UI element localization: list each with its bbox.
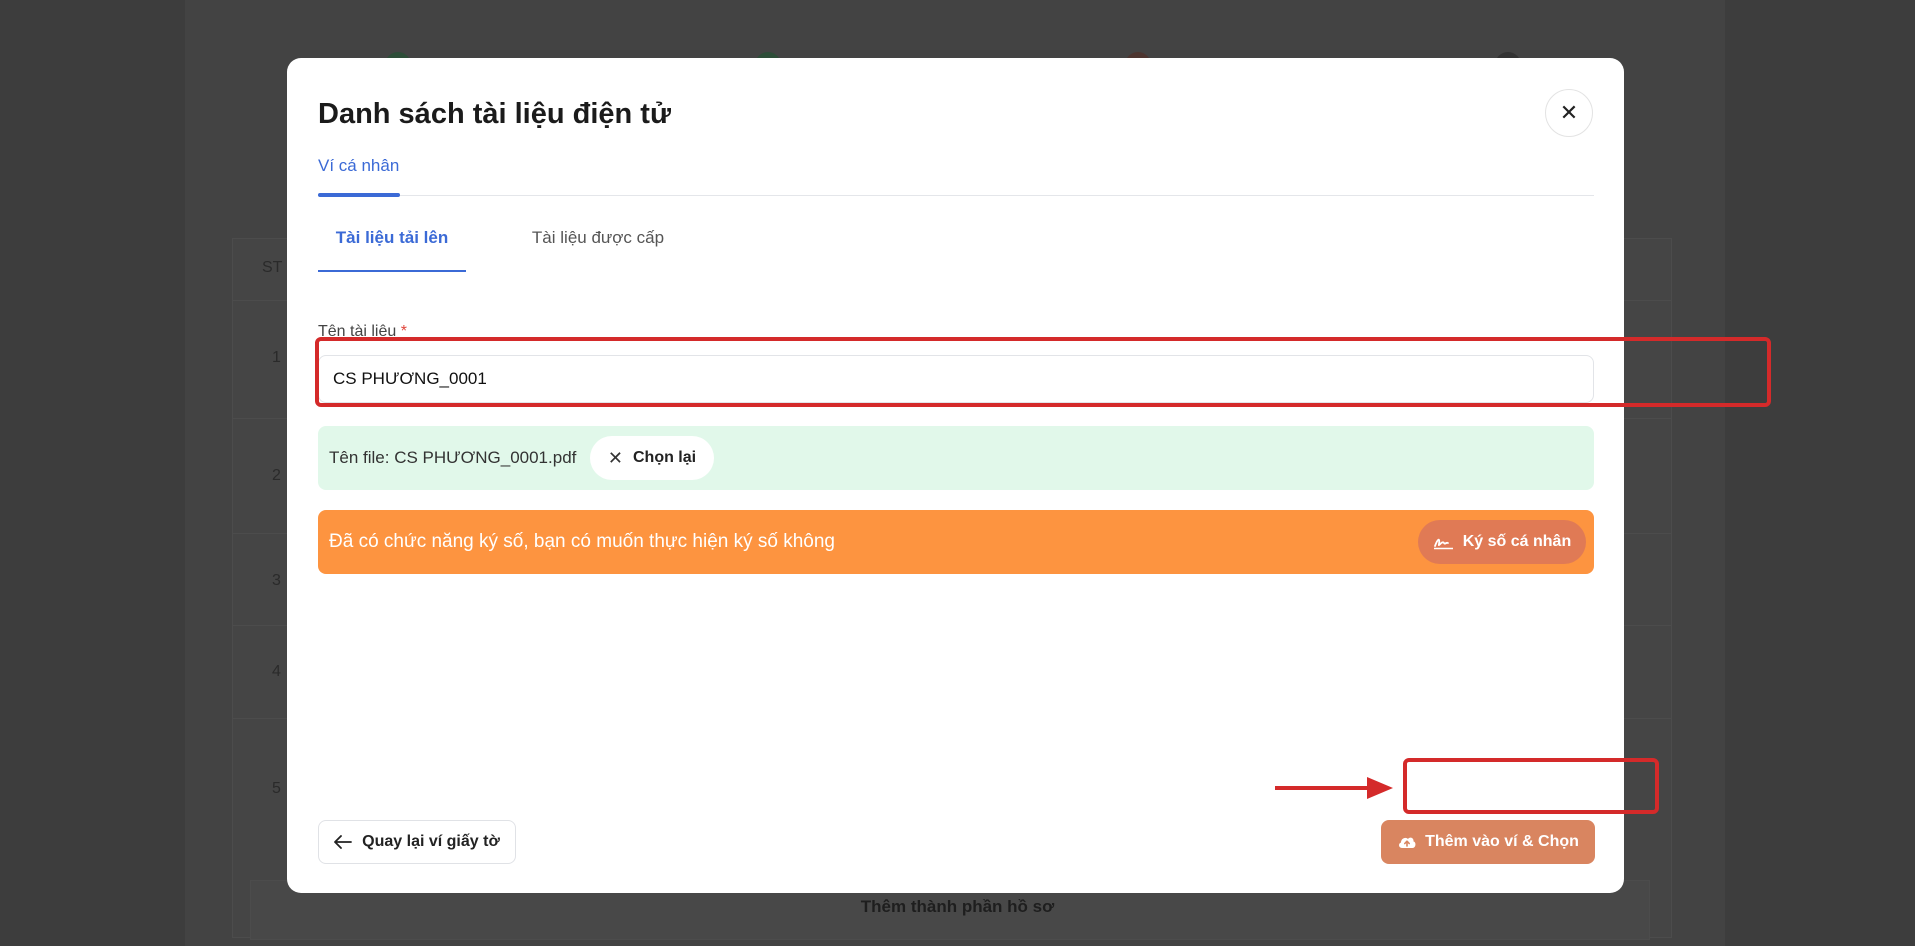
- selected-file-panel: Tên file: CS PHƯƠNG_0001.pdf ✕ Chọn lại: [318, 426, 1594, 490]
- file-name-text: Tên file: CS PHƯƠNG_0001.pdf: [329, 448, 577, 467]
- rechoose-file-button[interactable]: ✕ Chọn lại: [590, 436, 714, 480]
- annotation-highlight-box: [1403, 758, 1659, 814]
- close-button[interactable]: ✕: [1545, 89, 1593, 137]
- rechoose-label: Chọn lại: [632, 449, 697, 466]
- close-icon: ✕: [1559, 100, 1579, 125]
- signature-icon: [1433, 538, 1453, 550]
- tab-active-indicator: [318, 193, 400, 197]
- personal-sign-label: Ký số cá nhân: [1462, 533, 1572, 550]
- close-icon: ✕: [607, 447, 623, 468]
- arrow-left-icon: [334, 835, 353, 849]
- add-to-wallet-label: Thêm vào ví & Chọn: [1425, 833, 1579, 850]
- tab-issued-documents[interactable]: Tài liệu được cấp: [498, 228, 698, 272]
- tab-label: Ví cá nhân: [318, 156, 400, 175]
- personal-sign-button[interactable]: Ký số cá nhân: [1418, 520, 1586, 564]
- tab-uploaded-documents[interactable]: Tài liệu tải lên: [318, 228, 466, 272]
- sub-tabs: Tài liệu tải lên Tài liệu được cấp: [318, 228, 918, 272]
- tab-personal-wallet[interactable]: Ví cá nhân: [318, 156, 400, 197]
- digital-sign-message: Đã có chức năng ký số, bạn có muốn thực …: [329, 531, 835, 552]
- back-to-wallet-button[interactable]: Quay lại ví giấy tờ: [318, 820, 516, 864]
- annotation-arrow-icon: [1275, 777, 1393, 799]
- top-tabs: Ví cá nhân: [318, 156, 1594, 197]
- add-to-wallet-and-select-button[interactable]: Thêm vào ví & Chọn: [1381, 820, 1595, 864]
- cloud-upload-icon: [1399, 837, 1416, 848]
- add-component-label: Thêm thành phần hồ sơ: [860, 897, 1055, 916]
- back-label: Quay lại ví giấy tờ: [362, 833, 500, 850]
- digital-sign-banner: Đã có chức năng ký số, bạn có muốn thực …: [318, 510, 1594, 574]
- annotation-highlight-box: [315, 337, 1771, 407]
- modal-title: Danh sách tài liệu điện tử: [318, 98, 671, 130]
